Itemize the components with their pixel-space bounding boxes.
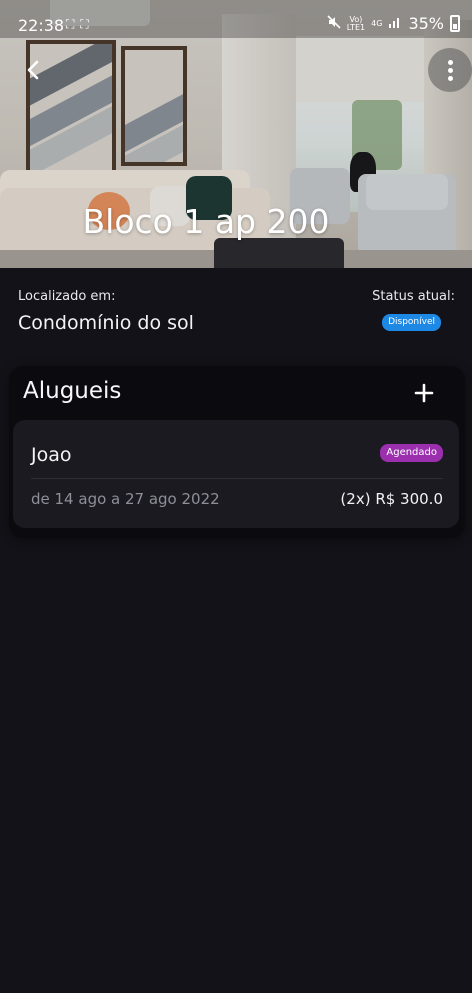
status-time: 22:38 xyxy=(18,16,65,35)
property-hero-image: 22:38 ⛶ ⛶ Vo) LTE1 4G 35% Bloco 1 ap 200 xyxy=(0,0,472,268)
status-bar: 22:38 ⛶ ⛶ Vo) LTE1 4G 35% xyxy=(0,0,472,38)
status-right: Vo) LTE1 4G 35% xyxy=(327,14,460,33)
rental-price: (2x) R$ 300.0 xyxy=(340,490,443,508)
rental-status-badge: Agendado xyxy=(380,444,443,462)
plus-icon xyxy=(414,383,434,403)
status-badge: Disponível xyxy=(382,314,441,331)
mute-icon xyxy=(327,14,341,33)
status-label: Status atual: xyxy=(372,289,455,304)
rental-item[interactable]: Joao Agendado de 14 ago a 27 ago 2022 (2… xyxy=(13,420,459,528)
battery-icon xyxy=(450,15,460,32)
rentals-title: Alugueis xyxy=(23,378,122,404)
more-options-button[interactable] xyxy=(428,48,472,92)
rentals-card: Alugueis Joao Agendado de 14 ago a 27 ag… xyxy=(9,366,465,538)
chevron-left-icon xyxy=(27,60,39,80)
rental-dates: de 14 ago a 27 ago 2022 xyxy=(31,490,220,508)
screenshot-icon: ⛶ ⛶ xyxy=(66,17,90,31)
network-type: 4G xyxy=(371,18,383,28)
back-button[interactable] xyxy=(18,54,48,86)
add-rental-button[interactable] xyxy=(407,376,441,410)
tenant-name: Joao xyxy=(31,444,72,466)
battery-percent: 35% xyxy=(408,14,444,33)
signal-icon xyxy=(388,14,402,33)
volte-indicator: Vo) LTE1 xyxy=(346,14,366,32)
rental-divider xyxy=(31,478,443,479)
property-title: Bloco 1 ap 200 xyxy=(82,202,330,241)
location-value: Condomínio do sol xyxy=(18,312,194,334)
location-label: Localizado em: xyxy=(18,289,116,304)
